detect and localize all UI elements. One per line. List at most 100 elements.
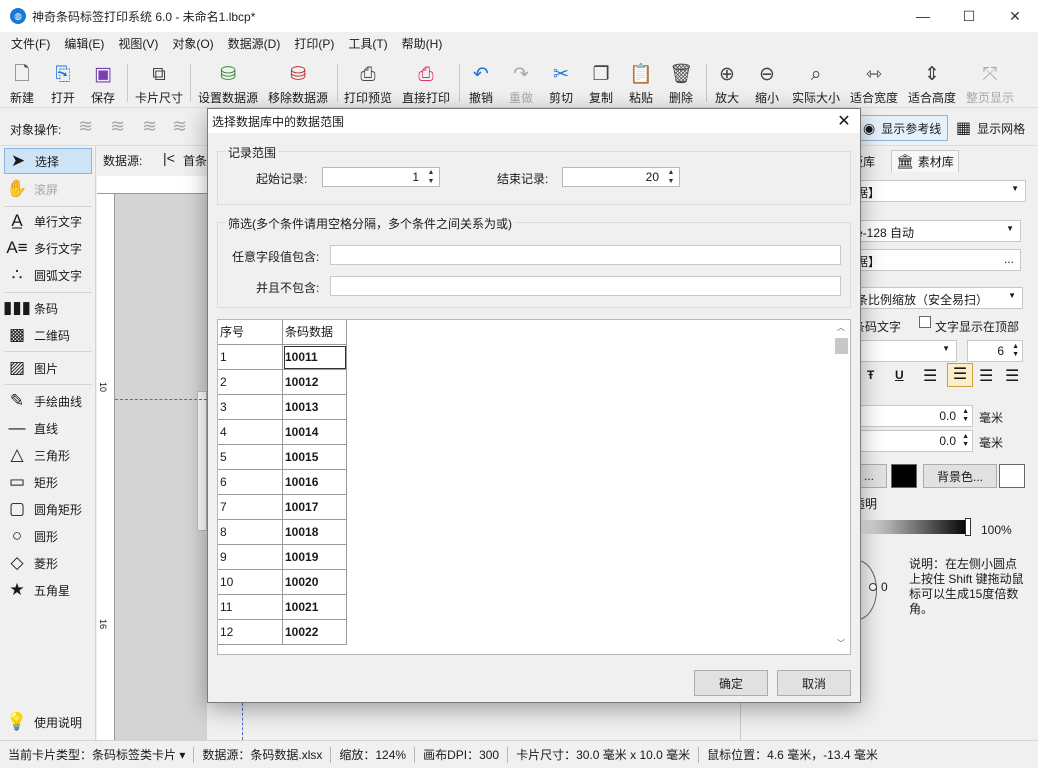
table-cell-index[interactable]: 10 xyxy=(218,570,283,595)
tool-rounded-rectangle[interactable]: ▢ 圆角矩形 xyxy=(4,496,82,522)
fit-width-button[interactable]: ⇿ 适合宽度 xyxy=(850,62,898,106)
table-cell-barcode[interactable]: 10015 xyxy=(283,445,347,470)
zoom-in-button[interactable]: ⊕ 放大 xyxy=(715,62,739,106)
show-guides-toggle[interactable]: ◉ 显示参考线 xyxy=(858,115,948,141)
open-button[interactable]: ⎘ 打开 xyxy=(51,62,75,106)
menu-edit[interactable]: 编辑(E) xyxy=(57,32,111,56)
table-cell-index[interactable]: 12 xyxy=(218,620,283,645)
start-record-stepper[interactable]: 1 ▲ ▼ xyxy=(322,167,440,187)
scroll-up-icon[interactable]: ︿ xyxy=(837,322,845,333)
background-color-swatch[interactable] xyxy=(999,464,1025,488)
table-cell-index[interactable]: 6 xyxy=(218,470,283,495)
close-icon[interactable]: ✕ xyxy=(832,109,856,133)
align-right-icon[interactable]: ☰ xyxy=(979,366,993,386)
menu-help[interactable]: 帮助(H) xyxy=(395,32,450,56)
font-select[interactable]: ▼ xyxy=(851,340,957,362)
first-record-button[interactable]: 首条 xyxy=(183,152,207,169)
tool-circle[interactable]: ○ 圆形 xyxy=(4,523,58,549)
barcode-type-select[interactable]: e-128 自动 ▼ xyxy=(851,220,1021,242)
table-cell-barcode[interactable]: 10022 xyxy=(283,620,347,645)
tool-qrcode[interactable]: ▩ 二维码 xyxy=(4,322,70,348)
column-header-barcode[interactable]: 条码数据 xyxy=(283,320,347,345)
actual-size-button[interactable]: ⌕ 实际大小 xyxy=(792,62,840,106)
table-cell-barcode[interactable]: 10014 xyxy=(283,420,347,445)
tool-rectangle[interactable]: ▭ 矩形 xyxy=(4,469,58,495)
tool-single-line-text[interactable]: A̲ 单行文字 xyxy=(4,208,82,234)
column-header-index[interactable]: 序号 xyxy=(218,320,283,345)
table-cell-barcode[interactable]: 10013 xyxy=(283,395,347,420)
tool-scroll[interactable]: ✋ 滚屏 xyxy=(4,176,58,202)
data-binding-field[interactable]: 据】... xyxy=(851,249,1021,271)
table-cell-barcode[interactable]: 10020 xyxy=(283,570,347,595)
menu-file[interactable]: 文件(F) xyxy=(4,32,57,56)
fit-height-button[interactable]: ⇕ 适合高度 xyxy=(908,62,956,106)
table-cell-index[interactable]: 9 xyxy=(218,545,283,570)
table-cell-index[interactable]: 2 xyxy=(218,370,283,395)
table-cell-index[interactable]: 3 xyxy=(218,395,283,420)
table-cell-index[interactable]: 5 xyxy=(218,445,283,470)
menu-datasource[interactable]: 数据源(D) xyxy=(221,32,288,56)
layers-bottom-icon[interactable]: ≋ xyxy=(172,116,187,137)
offset-x-stepper[interactable]: 0.0 ▲ ▼ xyxy=(851,405,973,427)
table-cell-barcode[interactable]: 10021 xyxy=(283,595,347,620)
minimize-button[interactable]: — xyxy=(900,0,946,32)
layers-top-icon[interactable]: ≋ xyxy=(78,116,93,137)
layers-up-icon[interactable]: ≋ xyxy=(110,116,125,137)
excludes-input[interactable] xyxy=(330,276,841,296)
spin-arrows-icon[interactable]: ▲ ▼ xyxy=(425,168,437,186)
whole-page-button[interactable]: ⤧ 整页显示 xyxy=(966,62,1014,106)
table-cell-barcode[interactable]: 10012 xyxy=(283,370,347,395)
tool-freehand[interactable]: ✎ 手绘曲线 xyxy=(4,388,82,414)
table-cell-barcode[interactable]: 10016 xyxy=(283,470,347,495)
transparency-slider[interactable] xyxy=(851,520,969,534)
paste-button[interactable]: 📋 粘贴 xyxy=(629,62,653,106)
rotation-handle[interactable] xyxy=(869,583,877,591)
menu-view[interactable]: 视图(V) xyxy=(111,32,165,56)
scale-mode-select[interactable]: 条比例缩放（安全易扫） ▼ xyxy=(851,287,1023,309)
menu-object[interactable]: 对象(O) xyxy=(165,32,220,56)
scroll-down-icon[interactable]: ﹀ xyxy=(837,638,845,649)
underline-icon[interactable]: U xyxy=(895,368,904,382)
cut-button[interactable]: ✂ 剪切 xyxy=(549,62,573,106)
label-card[interactable] xyxy=(197,391,207,531)
align-left-icon[interactable]: ☰ xyxy=(923,366,937,386)
menu-tools[interactable]: 工具(T) xyxy=(341,32,394,56)
undo-button[interactable]: ↶ 撤销 xyxy=(469,62,493,106)
copy-button[interactable]: ❐ 复制 xyxy=(589,62,613,106)
spin-arrows-icon[interactable]: ▲ ▼ xyxy=(665,168,677,186)
tool-diamond[interactable]: ◇ 菱形 xyxy=(4,550,58,576)
remove-datasource-button[interactable]: ⛁ 移除数据源 xyxy=(268,62,328,106)
align-justify-icon[interactable]: ☰ xyxy=(1005,366,1019,386)
table-cell-barcode[interactable]: 10017 xyxy=(283,495,347,520)
layers-down-icon[interactable]: ≋ xyxy=(142,116,157,137)
table-cell-index[interactable]: 8 xyxy=(218,520,283,545)
foreground-color-swatch[interactable] xyxy=(891,464,917,488)
transparency-slider-handle[interactable] xyxy=(965,518,971,536)
data-field-select[interactable]: 据】 ▼ xyxy=(851,180,1026,202)
tool-select[interactable]: ➤ 选择 xyxy=(4,148,92,174)
maximize-button[interactable]: ☐ xyxy=(946,0,992,32)
show-grid-toggle[interactable]: ▦ 显示网格 xyxy=(956,115,1025,141)
strikethrough-icon[interactable]: Ŧ xyxy=(867,368,874,382)
zoom-out-button[interactable]: ⊖ 缩小 xyxy=(755,62,779,106)
tool-star[interactable]: ★ 五角星 xyxy=(4,577,70,603)
table-cell-barcode[interactable]: 10019 xyxy=(283,545,347,570)
data-preview-table[interactable]: 序号 条码数据 1 10011 2 10012 3 10013 4 10014 5 10015 6 1… xyxy=(217,319,851,655)
save-button[interactable]: ▣ 保存 xyxy=(91,62,115,106)
tool-arc-text[interactable]: ∴ 圆弧文字 xyxy=(4,262,82,288)
table-cell-barcode[interactable]: 10018 xyxy=(283,520,347,545)
tool-multi-line-text[interactable]: A≡ 多行文字 xyxy=(4,235,82,261)
text-top-checkbox[interactable] xyxy=(919,316,931,328)
ok-button[interactable]: 确定 xyxy=(694,670,768,696)
table-cell-index[interactable]: 4 xyxy=(218,420,283,445)
new-button[interactable]: 🗋 新建 xyxy=(10,62,34,106)
tool-triangle[interactable]: △ 三角形 xyxy=(4,442,70,468)
delete-button[interactable]: 🗑 删除 xyxy=(669,62,693,106)
table-cell-index[interactable]: 11 xyxy=(218,595,283,620)
tab-material[interactable]: 🏛 素材库 xyxy=(891,150,959,172)
menu-print[interactable]: 打印(P) xyxy=(287,32,341,56)
first-record-icon[interactable]: |< xyxy=(163,150,175,166)
tool-image[interactable]: ▨ 图片 xyxy=(4,355,58,381)
tool-barcode[interactable]: ▮▮▮ 条码 xyxy=(3,295,58,321)
offset-y-stepper[interactable]: 0.0 ▲ ▼ xyxy=(851,430,973,452)
